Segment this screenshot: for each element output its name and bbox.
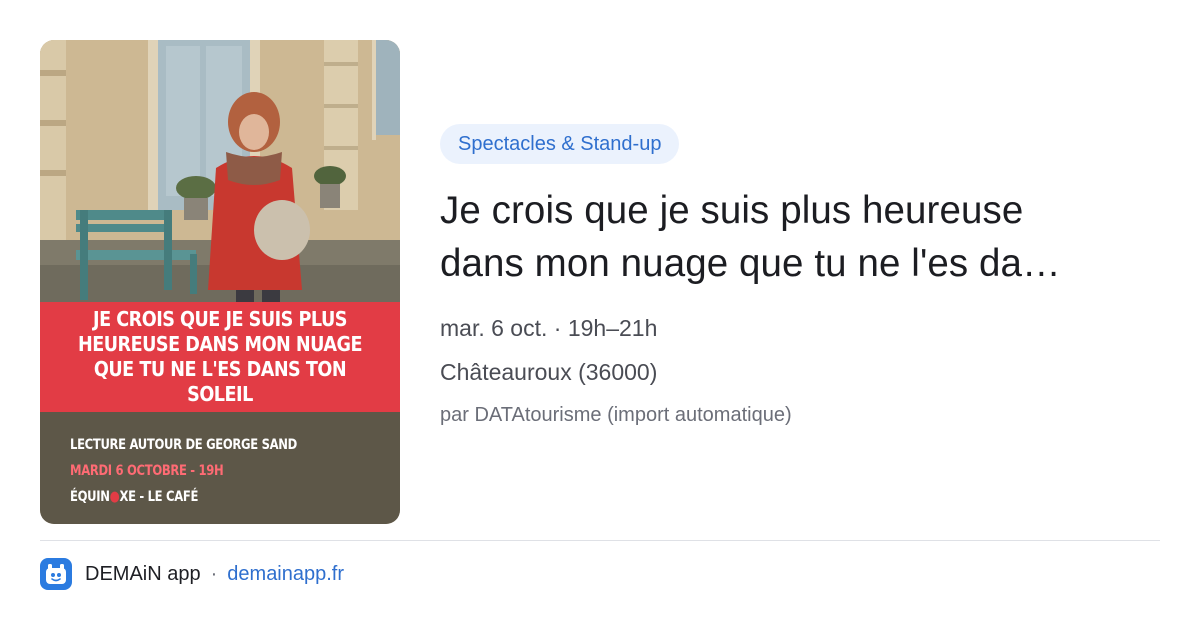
app-logo-icon <box>40 558 72 590</box>
category-badge[interactable]: Spectacles & Stand-up <box>440 124 680 164</box>
poster-headline: JE CROIS QUE JE SUIS PLUS HEUREUSE DANS … <box>77 307 363 406</box>
venue-logo-o-icon: ● <box>109 489 120 505</box>
event-date-time: mar. 6 oct. · 19h–21h <box>440 315 658 341</box>
poster-venue-line: ÉQUIN●XE - LE CAFÉ <box>70 484 326 510</box>
event-poster-image: JE CROIS QUE JE SUIS PLUS HEUREUSE DANS … <box>40 40 400 524</box>
event-source: par DATAtourisme (import automatique) <box>440 404 792 426</box>
poster-details: LECTURE AUTOUR DE GEORGE SAND MARDI 6 OC… <box>70 432 326 510</box>
poster-venue-part-1: ÉQUIN <box>70 489 110 505</box>
app-name: DEMAiN app <box>85 562 201 585</box>
poster-venue-part-2: XE - LE CAFÉ <box>119 489 199 505</box>
poster-title-banner: JE CROIS QUE JE SUIS PLUS HEUREUSE DANS … <box>40 302 400 412</box>
footer-separator: · <box>210 562 218 585</box>
footer-divider <box>40 540 1160 541</box>
event-preview-card[interactable]: JE CROIS QUE JE SUIS PLUS HEUREUSE DANS … <box>0 0 1200 630</box>
site-footer: DEMAiN app · demainapp.fr <box>40 558 344 590</box>
event-title-line-1: Je crois que je suis plus heureuse <box>440 189 1024 232</box>
event-title[interactable]: Je crois que je suis plus heureuse dans … <box>440 184 1160 290</box>
domain-link[interactable]: demainapp.fr <box>227 563 344 586</box>
event-location: Châteauroux (36000) <box>440 359 658 385</box>
poster-date-line: MARDI 6 OCTOBRE - 19H <box>70 463 224 479</box>
event-title-line-2: dans mon nuage que tu ne l'es da… <box>440 242 1061 285</box>
poster-reading-line: LECTURE AUTOUR DE GEORGE SAND <box>70 437 297 453</box>
